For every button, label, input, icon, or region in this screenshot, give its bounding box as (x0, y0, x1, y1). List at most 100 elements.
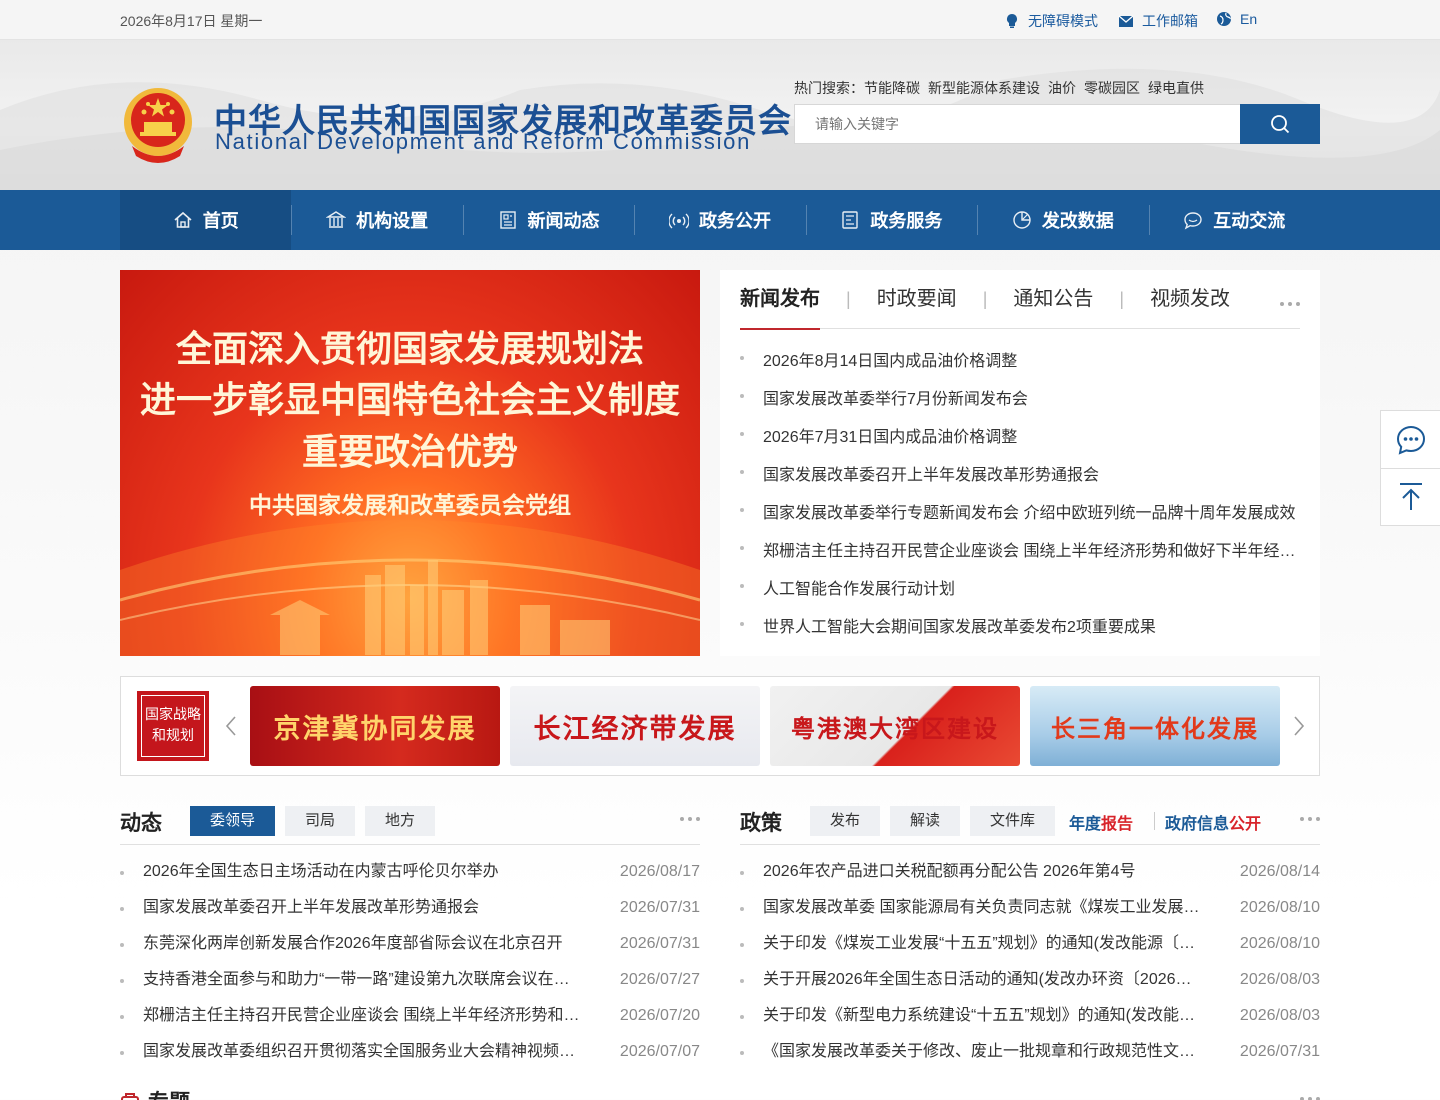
news-item[interactable]: 国家发展改革委举行专题新闻发布会 介绍中欧班列统一品牌十周年发展成效 (740, 499, 1300, 537)
news-list: 2026年8月14日国内成品油价格调整 国家发展改革委举行7月份新闻发布会 20… (740, 347, 1300, 651)
site-title-en[interactable]: National Development and Reform Commissi… (215, 129, 751, 155)
news-item[interactable]: 国家发展改革委召开上半年发展改革形势通报会 (740, 461, 1300, 499)
banner-headline-2: 进一步彰显中国特色社会主义制度 (139, 379, 680, 420)
chevron-right-icon (1294, 716, 1305, 736)
news-item[interactable]: 2026年8月14日国内成品油价格调整 (740, 347, 1300, 385)
strip-prev-button[interactable] (223, 713, 239, 739)
tab-notices[interactable]: 通知公告 (1013, 270, 1093, 329)
dynamics-title: 动态 (120, 812, 162, 835)
search-button[interactable] (1240, 104, 1320, 144)
strategy-banner-jjj[interactable]: 京津冀协同发展 (250, 686, 500, 766)
strategy-banner-gba[interactable]: 粤港澳大湾区建设 (770, 686, 1020, 766)
policy-title: 政策 (740, 812, 782, 835)
strategy-banner-yangtze[interactable]: 长江经济带发展 (510, 686, 760, 766)
dynamics-list: 2026年全国生态日主场活动在内蒙古呼伦贝尔举办 2026/08/17 国家发展改… (120, 854, 700, 1070)
gov-info-disclosure-link[interactable]: 政府信息公开 (1165, 810, 1261, 834)
list-item[interactable]: 国家发展改革委 国家能源局有关负责同志就《煤炭工业发展“十五五”规划》答记者问2… (740, 890, 1320, 926)
tab-current-affairs[interactable]: 时政要闻 (877, 270, 957, 329)
nav-news[interactable]: 新闻动态 (462, 190, 634, 250)
annual-report-link[interactable]: 年度报告 (1069, 810, 1133, 834)
banner-subtitle: 中共国家发展和改革委员会党组 (249, 492, 571, 518)
list-item[interactable]: 2026年农产品进口关税配额再分配公告 2026年第4号 2026/08/14 (740, 854, 1320, 890)
more-icon[interactable] (680, 817, 700, 821)
list-item[interactable]: 郑栅洁主任主持召开民营企业座谈会 围绕上半年经济形势和做好下半年经济工作听取意见… (120, 998, 700, 1034)
national-emblem (124, 88, 192, 163)
strategy-banner-yrd[interactable]: 长三角一体化发展 (1030, 686, 1280, 766)
tab-news-release[interactable]: 新闻发布 (740, 270, 820, 330)
tab-local[interactable]: 地方 (365, 806, 435, 836)
tab-video[interactable]: 视频发改 (1150, 270, 1230, 329)
search-box (794, 104, 1320, 144)
hot-term[interactable]: 节能降碳 (864, 78, 920, 98)
arrow-up-icon (1400, 483, 1422, 510)
nav-organization[interactable]: 机构设置 (291, 190, 462, 250)
news-item[interactable]: 世界人工智能大会期间国家发展改革委发布2项重要成果 (740, 613, 1300, 651)
hot-search-label: 热门搜索： (794, 80, 864, 96)
hot-term[interactable]: 油价 (1048, 78, 1076, 98)
nav-gov-service[interactable]: 政务服务 (805, 190, 977, 250)
policy-list: 2026年农产品进口关税配额再分配公告 2026年第4号 2026/08/14 国… (740, 854, 1320, 1070)
list-item[interactable]: 国家发展改革委组织召开贯彻落实全国服务业大会精神视频会议 2026/07/07 (120, 1034, 700, 1070)
news-tabs: 新闻发布 | 时政要闻 | 通知公告 | 视频发改 (740, 270, 1300, 330)
hero-banner[interactable]: 全面深入贯彻国家发展规划法 进一步彰显中国特色社会主义制度 重要政治优势 中共国… (120, 270, 700, 656)
tab-document-library[interactable]: 文件库 (970, 806, 1055, 836)
chat-bubble-icon (1396, 425, 1426, 455)
search-input[interactable] (795, 105, 1241, 143)
accessibility-icon (1007, 14, 1017, 28)
nav-gov-affairs[interactable]: 政务公开 (634, 190, 805, 250)
more-icon[interactable] (1300, 817, 1320, 821)
section-divider (740, 844, 1320, 845)
nav-data[interactable]: 发改数据 (977, 190, 1148, 250)
back-to-top-button[interactable] (1381, 468, 1440, 525)
pie-chart-icon (1013, 211, 1031, 229)
side-float-toolbar (1380, 410, 1440, 526)
chat-float-button[interactable] (1381, 411, 1440, 468)
tab-separator: | (846, 288, 851, 309)
list-item[interactable]: 东莞深化两岸创新发展合作2026年度部省际会议在北京召开 2026/07/31 (120, 926, 700, 962)
section-divider (120, 844, 700, 845)
special-topics-title: 专题 (148, 1086, 190, 1100)
strategy-strip: 国家战略和规划 京津冀协同发展 长江经济带发展 粤港澳大湾区建设 长三角一体化发… (120, 676, 1320, 776)
current-date: 2026年8月17日 星期一 (120, 13, 263, 29)
work-mail-link[interactable]: 工作邮箱 (1118, 11, 1198, 31)
chat-icon (1184, 212, 1202, 230)
list-item[interactable]: 2026年全国生态日主场活动在内蒙古呼伦贝尔举办 2026/08/17 (120, 854, 700, 890)
service-icon (842, 211, 859, 229)
nav-interaction[interactable]: 互动交流 (1148, 190, 1320, 250)
link-separator (1154, 812, 1155, 830)
list-item[interactable]: 关于印发《煤炭工业发展“十五五”规划》的通知(发改能源〔2026〕1020号)2… (740, 926, 1320, 962)
list-item[interactable]: 支持香港全面参与和助力“一带一路”建设第九次联席会议在北京召开 2026/07/2… (120, 962, 700, 998)
special-topics-header: 专题 (120, 1086, 190, 1100)
tab-release[interactable]: 发布 (810, 806, 880, 836)
news-item[interactable]: 国家发展改革委举行7月份新闻发布会 (740, 385, 1300, 423)
globe-icon (1217, 12, 1231, 26)
hot-search: 热门搜索： 节能降碳 新型能源体系建设 油价 零碳园区 绿电直供 (794, 78, 1204, 98)
banner-headline-3: 重要政治优势 (301, 431, 518, 472)
mail-icon (1118, 15, 1134, 27)
hot-term[interactable]: 绿电直供 (1148, 78, 1204, 98)
building-icon (326, 211, 347, 228)
tab-leaders[interactable]: 委领导 (190, 806, 275, 836)
english-link[interactable]: En (1216, 11, 1257, 27)
tab-departments[interactable]: 司局 (285, 806, 355, 836)
hot-term[interactable]: 零碳园区 (1084, 78, 1140, 98)
news-panel: 新闻发布 | 时政要闻 | 通知公告 | 视频发改 2026年8月14日国内成品… (720, 270, 1320, 656)
more-icon[interactable] (1280, 302, 1300, 306)
nav-home[interactable]: 首页 (120, 190, 292, 250)
tab-interpretation[interactable]: 解读 (890, 806, 960, 836)
news-item[interactable]: 郑栅洁主任主持召开民营企业座谈会 围绕上半年经济形势和做好下半年经济工作听取意见… (740, 537, 1300, 575)
list-item[interactable]: 关于开展2026年全国生态日活动的通知(发改办环资〔2026〕656号) 2026… (740, 962, 1320, 998)
home-icon (174, 211, 192, 228)
topic-icon (121, 1093, 139, 1100)
accessibility-link[interactable]: 无障碍模式 (1004, 11, 1098, 31)
tab-separator: | (982, 288, 988, 309)
strategy-label[interactable]: 国家战略和规划 (137, 691, 209, 761)
list-item[interactable]: 《国家发展改革委关于修改、废止一批规章和行政规范性文件的决定》2026/07/3… (740, 1034, 1320, 1070)
strip-next-button[interactable] (1291, 713, 1307, 739)
list-item[interactable]: 国家发展改革委召开上半年发展改革形势通报会 2026/07/31 (120, 890, 700, 926)
news-item[interactable]: 人工智能合作发展行动计划 (740, 575, 1300, 613)
news-item[interactable]: 2026年7月31日国内成品油价格调整 (740, 423, 1300, 461)
broadcast-icon (668, 213, 689, 229)
hot-term[interactable]: 新型能源体系建设 (928, 78, 1040, 98)
list-item[interactable]: 关于印发《新型电力系统建设“十五五”规划》的通知(发改能源〔2026〕998号)… (740, 998, 1320, 1034)
